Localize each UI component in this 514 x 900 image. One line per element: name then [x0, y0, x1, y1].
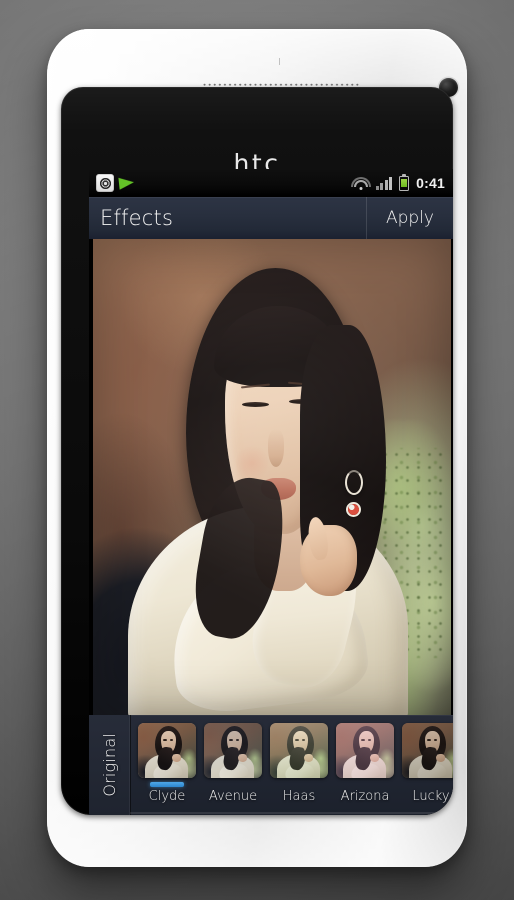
status-bar-clock: 0:41 [416, 175, 445, 191]
status-bar-left-icons [96, 174, 135, 192]
status-bar: 0:41 [89, 169, 453, 197]
wifi-icon [350, 176, 371, 190]
effect-thumbnail-label: Lucky [412, 789, 450, 804]
effect-thumbnail[interactable]: Clyde [138, 723, 196, 804]
original-tab[interactable]: Original [89, 715, 131, 815]
page-title: Effects [100, 206, 174, 230]
screen: 0:41 Effects Apply Original Clyde Avenue… [89, 169, 453, 815]
photo-vignette [92, 239, 451, 715]
status-bar-right-icons: 0:41 [350, 175, 447, 191]
camera-app-icon [96, 174, 114, 192]
effect-thumbnail[interactable]: Arizona [336, 723, 394, 804]
phone-device: htc 0:41 Effects Apply Original Clyde Av… [47, 29, 467, 867]
phone-screen-glass: htc 0:41 Effects Apply Original Clyde Av… [61, 87, 453, 815]
effect-thumbnail-image[interactable] [138, 723, 196, 778]
photo-stage[interactable] [89, 239, 453, 715]
effect-thumbnail[interactable]: Avenue [204, 723, 262, 804]
effect-thumbnail[interactable]: Lucky [402, 723, 453, 804]
effect-thumbnail-label: Arizona [340, 789, 390, 804]
effect-thumbnail[interactable]: Haas [270, 723, 328, 804]
effect-thumbnail-label: Haas [282, 789, 316, 804]
effect-thumbnail-list[interactable]: Clyde Avenue Haas Arizona Lucky [131, 715, 453, 815]
phone-top-seam [279, 58, 280, 65]
original-tab-label: Original [100, 733, 119, 797]
effect-thumbnail-label: Clyde [148, 789, 186, 804]
title-bar: Effects Apply [89, 197, 453, 239]
effect-thumbnail-image[interactable] [204, 723, 262, 778]
filmstrip-scrollbar[interactable] [130, 812, 453, 814]
effects-filmstrip[interactable]: Original Clyde Avenue Haas Arizona Lucky [89, 715, 453, 815]
photo-preview[interactable] [92, 239, 451, 715]
battery-icon [399, 175, 410, 191]
effect-selected-indicator [150, 782, 184, 787]
signal-icon [375, 176, 393, 190]
effect-thumbnail-image[interactable] [402, 723, 453, 778]
effect-thumbnail-label: Avenue [208, 789, 258, 804]
apply-button[interactable]: Apply [366, 197, 453, 239]
send-arrow-icon [118, 176, 135, 190]
effect-thumbnail-image[interactable] [270, 723, 328, 778]
effect-thumbnail-image[interactable] [336, 723, 394, 778]
